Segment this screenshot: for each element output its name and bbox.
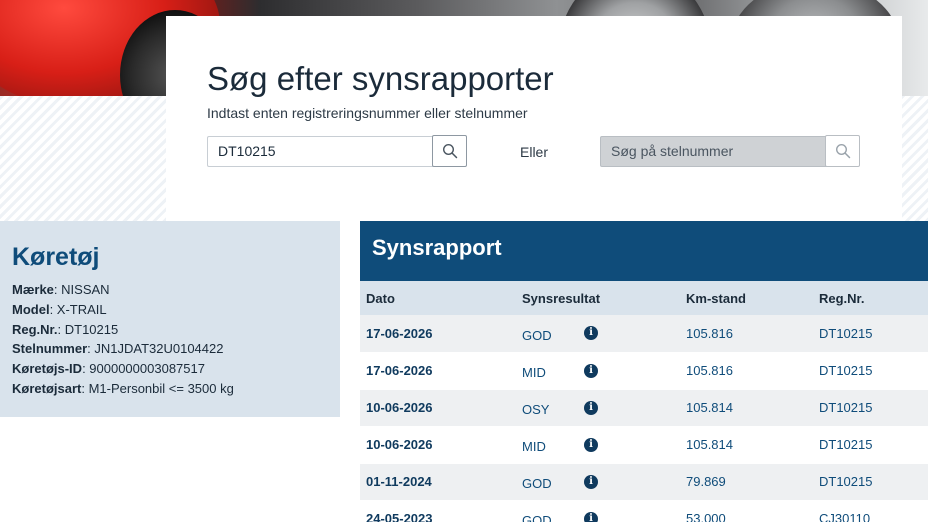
table-row[interactable]: 17-06-2026 GOD i 105.816 DT10215 (360, 315, 928, 353)
field-key: Stelnummer (12, 341, 88, 357)
info-icon[interactable]: i (584, 363, 598, 378)
row-result: MID i (516, 426, 680, 464)
result-value: OSY (522, 402, 550, 417)
field-value: : DT10215 (57, 321, 119, 337)
row-date: 24-05-2023 (360, 500, 516, 522)
field-value: : M1-Personbil <= 3500 kg (81, 380, 234, 396)
report-table: Dato Synsresultat Km-stand Reg.Nr. 17-06… (360, 281, 928, 522)
vehicle-field-reg: Reg.Nr.: DT10215 (12, 320, 328, 340)
row-reg: DT10215 (813, 426, 928, 464)
row-reg: DT10215 (813, 389, 928, 427)
row-date: 10-06-2026 (360, 389, 516, 427)
vin-search-input[interactable]: Søg på stelnummer (600, 136, 827, 167)
result-value: GOD (522, 327, 552, 343)
row-km: 79.869 (680, 463, 813, 501)
result-value: MID (522, 439, 546, 454)
reg-search-button[interactable] (432, 135, 467, 167)
column-header-date[interactable]: Dato (360, 281, 516, 315)
field-key: Køretøjsart (12, 380, 82, 396)
table-row[interactable]: 17-06-2026 MID i 105.816 DT10215 (360, 352, 928, 390)
field-value: : JN1JDAT32U0104422 (87, 341, 224, 357)
row-km: 105.814 (680, 389, 813, 427)
row-result: MID i (516, 352, 680, 390)
info-icon[interactable]: i (584, 437, 598, 452)
vehicle-field-id: Køretøjs-ID: 9000000003087517 (12, 359, 328, 379)
row-km: 105.816 (680, 315, 813, 353)
report-panel: Synsrapport Dato Synsresultat Km-stand R… (360, 221, 928, 522)
field-value: : 9000000003087517 (82, 361, 205, 377)
search-icon (835, 143, 850, 159)
vehicle-field-model: Model: X-TRAIL (12, 300, 328, 320)
row-result: GOD i (516, 315, 680, 353)
row-reg: DT10215 (813, 463, 928, 501)
table-header-row: Dato Synsresultat Km-stand Reg.Nr. (360, 281, 928, 315)
report-header: Synsrapport (360, 221, 928, 281)
vehicle-title: Køretøj (12, 243, 100, 271)
field-key: Reg.Nr. (12, 321, 58, 337)
info-icon[interactable]: i (584, 326, 598, 341)
row-km: 105.816 (680, 352, 813, 390)
search-icon (442, 143, 457, 159)
row-reg: CJ30110 (813, 500, 928, 522)
result-value: GOD (522, 513, 552, 522)
or-label: Eller (520, 144, 549, 160)
search-card: Søg efter synsrapporter Indtast enten re… (166, 16, 902, 221)
vin-search-button[interactable] (825, 135, 860, 167)
row-km: 53.000 (680, 500, 813, 522)
info-icon[interactable]: i (584, 400, 598, 415)
row-km: 105.814 (680, 426, 813, 464)
field-key: Mærke (12, 282, 54, 297)
row-reg: DT10215 (813, 352, 928, 390)
table-row[interactable]: 24-05-2023 GOD i 53.000 CJ30110 (360, 500, 928, 522)
result-value: MID (522, 365, 546, 380)
vehicle-panel: Køretøj Mærke: NISSAN Model: X-TRAIL Reg… (0, 221, 340, 417)
row-date: 10-06-2026 (360, 426, 516, 464)
field-value: : NISSAN (53, 282, 110, 297)
page-title: Søg efter synsrapporter (207, 60, 554, 97)
table-row[interactable]: 10-06-2026 MID i 105.814 DT10215 (360, 426, 928, 464)
row-date: 17-06-2026 (360, 315, 516, 353)
vehicle-field-vin: Stelnummer: JN1JDAT32U0104422 (12, 339, 328, 359)
column-header-result[interactable]: Synsresultat (516, 281, 680, 315)
report-title: Synsrapport (372, 235, 502, 260)
info-icon[interactable]: i (584, 474, 598, 489)
row-result: OSY i (516, 389, 680, 427)
table-row[interactable]: 10-06-2026 OSY i 105.814 DT10215 (360, 389, 928, 427)
field-key: Model (12, 301, 50, 317)
result-value: GOD (522, 476, 552, 491)
vehicle-field-make: Mærke: NISSAN (12, 280, 328, 300)
search-instructions: Indtast enten registreringsnummer eller … (207, 105, 528, 121)
row-date: 17-06-2026 (360, 352, 516, 390)
row-result: GOD i (516, 500, 680, 522)
column-header-reg[interactable]: Reg.Nr. (813, 281, 928, 315)
field-key: Køretøjs-ID (12, 361, 83, 377)
table-row[interactable]: 01-11-2024 GOD i 79.869 DT10215 (360, 463, 928, 501)
vehicle-field-type: Køretøjsart: M1-Personbil <= 3500 kg (12, 379, 328, 399)
info-icon[interactable]: i (584, 511, 598, 522)
row-result: GOD i (516, 463, 680, 501)
row-reg: DT10215 (813, 315, 928, 353)
field-value: : X-TRAIL (49, 301, 107, 317)
reg-number-input[interactable]: DT10215 (207, 136, 434, 167)
column-header-km[interactable]: Km-stand (680, 281, 813, 315)
row-date: 01-11-2024 (360, 463, 516, 501)
